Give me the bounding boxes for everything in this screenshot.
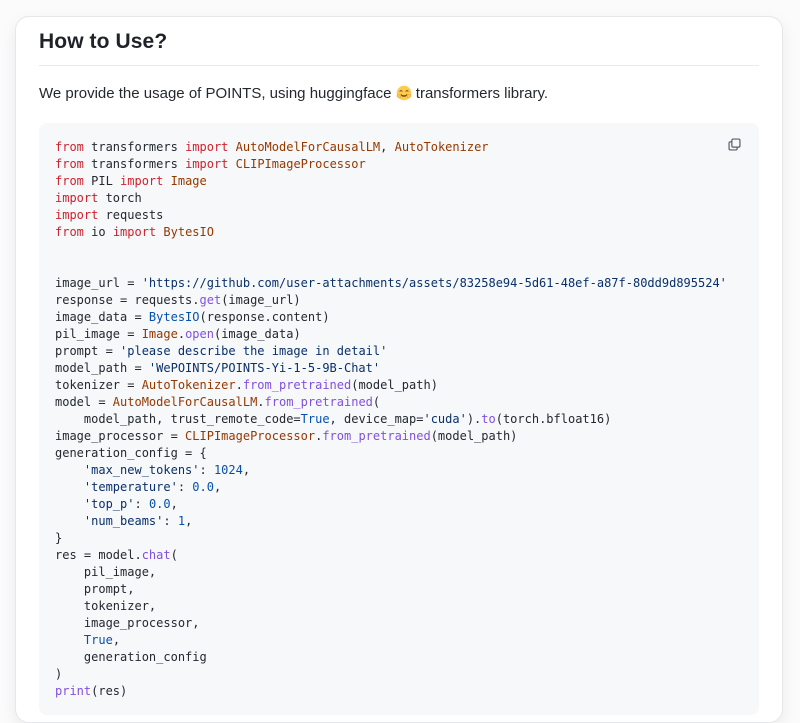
code-line xyxy=(55,241,743,258)
code-block: from transformers import AutoModelForCau… xyxy=(39,123,759,715)
code-line: pil_image = Image.open(image_data) xyxy=(55,326,743,343)
code-line: ) xyxy=(55,666,743,683)
hugging-face-emoji xyxy=(396,85,412,101)
code-line: image_url = 'https://github.com/user-att… xyxy=(55,275,743,292)
code-line: pil_image, xyxy=(55,564,743,581)
code-line: import torch xyxy=(55,190,743,207)
code-line: import requests xyxy=(55,207,743,224)
copy-icon xyxy=(727,137,742,152)
intro-text-after: transformers library. xyxy=(412,85,548,102)
code-line: True, xyxy=(55,632,743,649)
copy-code-button[interactable] xyxy=(723,133,745,155)
code-line: from PIL import Image xyxy=(55,173,743,190)
code-line: tokenizer = AutoTokenizer.from_pretraine… xyxy=(55,377,743,394)
divider xyxy=(39,65,759,66)
code-line: model = AutoModelForCausalLM.from_pretra… xyxy=(55,394,743,411)
code-line: model_path = 'WePOINTS/POINTS-Yi-1-5-9B-… xyxy=(55,360,743,377)
code-line: tokenizer, xyxy=(55,598,743,615)
code-line: 'max_new_tokens': 1024, xyxy=(55,462,743,479)
code-line: image_processor, xyxy=(55,615,743,632)
code-line: 'num_beams': 1, xyxy=(55,513,743,530)
code-line: prompt = 'please describe the image in d… xyxy=(55,343,743,360)
code-line: 'top_p': 0.0, xyxy=(55,496,743,513)
code-line: from io import BytesIO xyxy=(55,224,743,241)
code-line: from transformers import AutoModelForCau… xyxy=(55,139,743,156)
code-line: response = requests.get(image_url) xyxy=(55,292,743,309)
code-line: generation_config = { xyxy=(55,445,743,462)
how-to-use-card: How to Use? We provide the usage of POIN… xyxy=(15,16,783,723)
code-line: image_data = BytesIO(response.content) xyxy=(55,309,743,326)
intro-text-before: We provide the usage of POINTS, using hu… xyxy=(39,85,396,102)
code-line: res = model.chat( xyxy=(55,547,743,564)
code-line: model_path, trust_remote_code=True, devi… xyxy=(55,411,743,428)
code-line: image_processor = CLIPImageProcessor.fro… xyxy=(55,428,743,445)
page-title: How to Use? xyxy=(39,30,759,54)
code-line: prompt, xyxy=(55,581,743,598)
code-line xyxy=(55,258,743,275)
code-line: generation_config xyxy=(55,649,743,666)
code-line: print(res) xyxy=(55,683,743,700)
code-line: } xyxy=(55,530,743,547)
code-line: 'temperature': 0.0, xyxy=(55,479,743,496)
intro-text: We provide the usage of POINTS, using hu… xyxy=(39,84,759,104)
code-line: from transformers import CLIPImageProces… xyxy=(55,156,743,173)
code-listing: from transformers import AutoModelForCau… xyxy=(55,139,743,700)
